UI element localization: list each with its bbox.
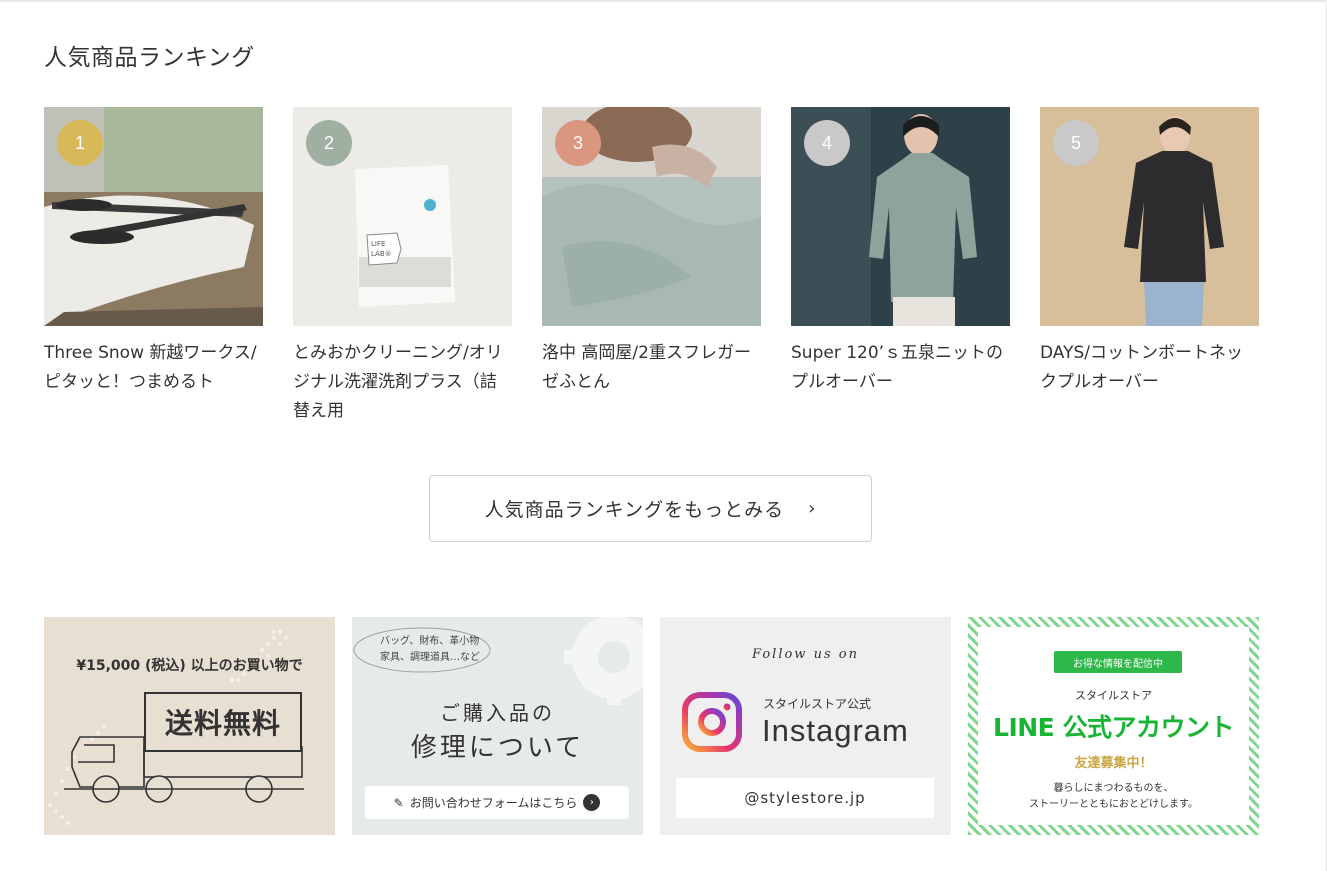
rank-badge: 2	[306, 120, 352, 166]
rank-badge: 4	[804, 120, 850, 166]
repair-items-line1: バッグ、財布、革小物	[380, 636, 480, 647]
line-store-label: スタイルストア	[1075, 689, 1152, 702]
product-name[interactable]: Super 120’ｓ五泉ニットのプルオーバー	[791, 339, 1010, 397]
line-friend-text: 友達募集中！	[1074, 756, 1153, 771]
shipping-condition-text: ¥15,000 (税込) 以上のお買い物で	[76, 658, 303, 674]
free-shipping-banner[interactable]: ¥15,000 (税込) 以上のお買い物で 送料無料	[44, 617, 335, 835]
product-image[interactable]: 3	[542, 107, 761, 326]
ranking-item-5[interactable]: 5 DAYS/コットンボートネックプルオーバー	[1040, 107, 1259, 426]
line-banner-inner: お得な情報を配信中 スタイルストア LINE 公式アカウント 友達募集中！ 暮ら…	[978, 627, 1249, 825]
instagram-icon	[682, 692, 742, 752]
repair-banner[interactable]: バッグ、財布、革小物 家具、調理道具…など ご購入品の 修理について ✎ お問い…	[352, 617, 643, 835]
svg-text:LIFE: LIFE	[371, 240, 385, 248]
follow-us-text: Follow us on	[752, 647, 859, 662]
line-description-2: ストーリーとともにおとどけします。	[1029, 799, 1198, 810]
product-image[interactable]: 4	[791, 107, 1010, 326]
product-image[interactable]: LIFE LAB® 2	[293, 107, 512, 326]
free-shipping-text: 送料無料	[144, 692, 302, 752]
ranking-list: 1 Three Snow 新越ワークス/ピタッと！つまめるト LIFE LAB®…	[44, 107, 1259, 426]
line-description: 暮らしにまつわるものを、 ストーリーとともにおとどけします。	[978, 781, 1249, 813]
rank-badge: 5	[1053, 120, 1099, 166]
line-ribbon: お得な情報を配信中	[1054, 651, 1182, 673]
svg-text:LAB®: LAB®	[371, 250, 392, 258]
section-title: 人気商品ランキング	[44, 45, 255, 71]
repair-heading-2: 修理について	[410, 733, 585, 763]
contact-form-label: お問い合わせフォームはこちら	[409, 796, 578, 810]
repair-heading-1: ご購入品の	[440, 701, 555, 725]
product-image[interactable]: 1	[44, 107, 263, 326]
ranking-more-button[interactable]: 人気商品ランキングをもっとみる ›	[429, 475, 872, 542]
product-name[interactable]: とみおかクリーニング/オリジナル洗濯洗剤プラス（詰替え用	[293, 339, 512, 426]
line-title: LINE 公式アカウント	[993, 713, 1234, 742]
ranking-item-3[interactable]: 3 洛中 高岡屋/2重スフレガーゼふとん	[542, 107, 761, 426]
product-name[interactable]: Three Snow 新越ワークス/ピタッと！つまめるト	[44, 339, 263, 397]
line-banner[interactable]: お得な情報を配信中 スタイルストア LINE 公式アカウント 友達募集中！ 暮ら…	[968, 617, 1259, 835]
ranking-item-4[interactable]: 4 Super 120’ｓ五泉ニットのプルオーバー	[791, 107, 1010, 426]
product-image[interactable]: 5	[1040, 107, 1259, 326]
instagram-name: Instagram	[762, 713, 909, 748]
top-divider	[0, 0, 1327, 2]
ranking-item-2[interactable]: LIFE LAB® 2 とみおかクリーニング/オリジナル洗濯洗剤プラス（詰替え用	[293, 107, 512, 426]
ranking-more-label: 人気商品ランキングをもっとみる	[484, 499, 785, 521]
contact-form-link[interactable]: ✎ お問い合わせフォームはこちら ›	[365, 786, 629, 819]
rank-badge: 1	[57, 120, 103, 166]
rank-badge: 3	[555, 120, 601, 166]
chevron-right-icon: ›	[808, 498, 817, 519]
banner-row: ¥15,000 (税込) 以上のお買い物で 送料無料 バッグ、財布、革小物 家具…	[44, 617, 1259, 835]
instagram-handle[interactable]: @stylestore.jp	[676, 778, 934, 818]
instagram-banner[interactable]: Follow us on スタイルストア公式 Instagram @styles…	[660, 617, 951, 835]
line-description-1: 暮らしにまつわるものを、	[1053, 783, 1174, 794]
instagram-official-label: スタイルストア公式	[763, 697, 872, 711]
product-name[interactable]: DAYS/コットンボートネックプルオーバー	[1040, 339, 1259, 397]
repair-items-text: バッグ、財布、革小物 家具、調理道具…など	[380, 634, 480, 666]
arrow-right-icon: ›	[583, 794, 601, 811]
repair-items-line2: 家具、調理道具…など	[380, 652, 480, 663]
edit-icon: ✎	[393, 795, 404, 810]
product-name[interactable]: 洛中 高岡屋/2重スフレガーゼふとん	[542, 339, 761, 397]
ranking-item-1[interactable]: 1 Three Snow 新越ワークス/ピタッと！つまめるト	[44, 107, 263, 426]
